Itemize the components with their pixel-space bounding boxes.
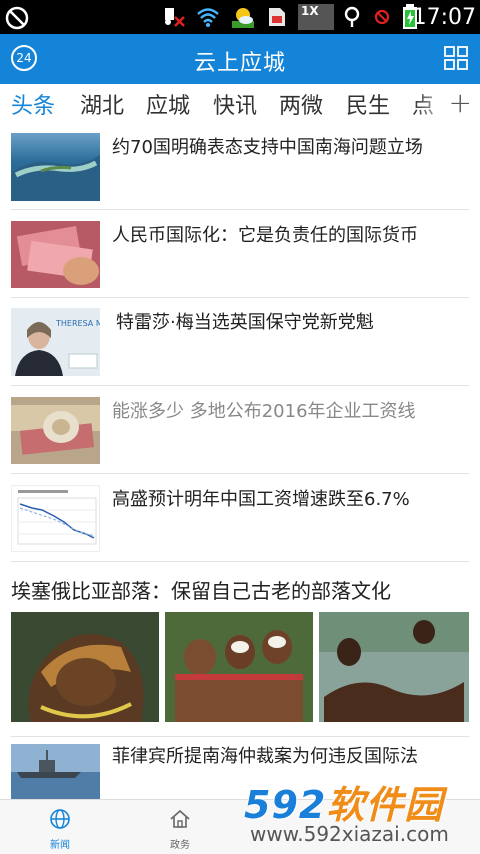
nav-government[interactable]: 政务 — [150, 808, 210, 851]
watermark-brand: 592软件园 — [244, 783, 444, 827]
news-title: 约70国明确表态支持中国南海问题立场 — [112, 137, 423, 158]
navy-ship-photo — [11, 744, 100, 800]
tab-yingcheng[interactable]: 应城 — [146, 88, 190, 120]
app-header: 24 云上应城 — [0, 34, 480, 84]
status-bar: 1X 17:07 — [0, 0, 480, 34]
muted-icon — [165, 8, 185, 27]
signal-icon — [344, 6, 360, 27]
divider — [11, 385, 469, 386]
watermark: 592软件园 www.592xiazai.com — [238, 772, 480, 853]
river-bathing-photo — [319, 612, 469, 722]
gallery[interactable] — [11, 612, 469, 724]
island-aerial-photo — [11, 133, 100, 201]
tab-news-flash[interactable]: 快讯 — [213, 88, 257, 120]
nav-news[interactable]: 新闻 — [30, 808, 90, 851]
painted-women-photo — [165, 612, 313, 722]
weather-app-icon — [232, 8, 254, 28]
tab-livelihood[interactable]: 民生 — [346, 88, 390, 120]
divider — [11, 736, 469, 737]
thumb-caption: THERESA MA — [56, 319, 100, 328]
add-channel-icon[interactable]: + — [449, 86, 472, 119]
news-title: 能涨多少 多地公布2016年企业工资线 — [112, 401, 416, 422]
channel-tabs: 头条 湖北 应城 快讯 两微 民生 点 + — [0, 84, 480, 126]
tab-weibo-wechat[interactable]: 两微 — [279, 88, 323, 120]
divider — [11, 473, 469, 474]
app-title: 云上应城 — [193, 51, 286, 76]
status-icons: 1X — [162, 4, 390, 30]
divider — [11, 561, 469, 562]
clock: 17:07 — [412, 5, 476, 30]
divider — [11, 209, 469, 210]
watermark-url: www.592xiazai.com — [250, 822, 449, 846]
news-title: 菲律宾所提南海仲裁案为何违反国际法 — [112, 746, 418, 767]
network-badge: 1X — [298, 4, 334, 30]
rmb-banknotes-photo — [11, 221, 100, 288]
no-sim-icon — [5, 6, 29, 30]
divider — [11, 297, 469, 298]
news-title: 人民币国际化：它是负责任的国际货币 — [112, 225, 418, 246]
grid-menu-icon[interactable] — [444, 46, 468, 70]
news-title: 特雷莎·梅当选英国保守党新党魁 — [116, 312, 374, 333]
tribal-portrait-photo — [11, 612, 159, 722]
sim-card-icon — [269, 8, 285, 26]
tab-headlines[interactable]: 头条 — [11, 88, 55, 120]
wage-growth-chart-photo — [11, 485, 100, 552]
home-icon — [170, 809, 190, 828]
theresa-may-photo: THERESA MA — [11, 308, 100, 376]
gallery-title[interactable]: 埃塞俄比亚部落：保留自己古老的部落文化 — [11, 575, 391, 604]
nav-label: 新闻 — [50, 840, 70, 851]
news-title: 高盛预计明年中国工资增速跌至6.7% — [112, 489, 410, 510]
no-signal-icon — [374, 9, 390, 25]
nav-label: 政务 — [170, 840, 190, 851]
globe-icon — [50, 809, 70, 829]
wifi-icon — [197, 8, 219, 27]
tab-hubei[interactable]: 湖北 — [80, 88, 124, 120]
currency-photo — [11, 397, 100, 464]
